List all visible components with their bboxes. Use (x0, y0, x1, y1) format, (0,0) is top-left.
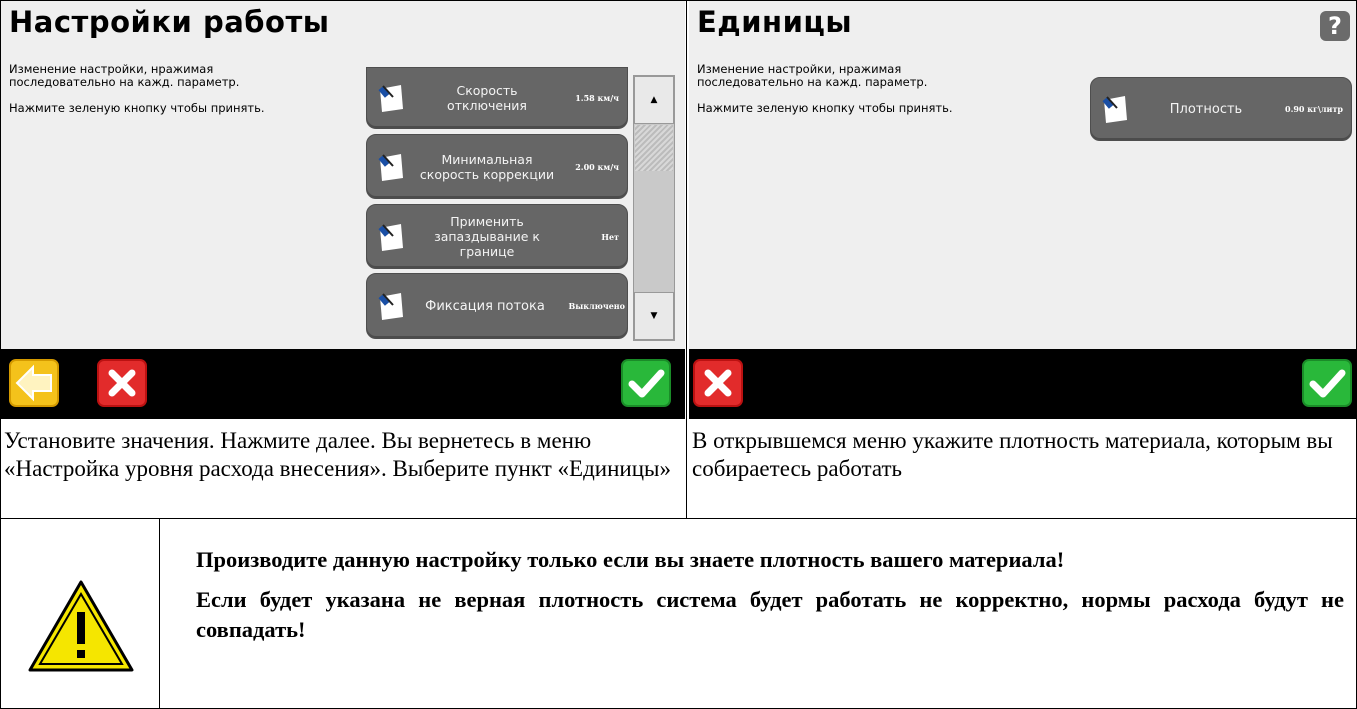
edit-note-icon (378, 223, 403, 251)
setting-shutoff-speed-button[interactable]: Скорость отключения 1.58 км/ч (366, 67, 628, 129)
cancel-button[interactable] (97, 359, 147, 407)
screen-title: Настройки работы (9, 5, 330, 39)
warning-line-2: Если будет указана не верная плотность с… (196, 587, 1344, 642)
instructions: Изменение настройки, нражимая последоват… (697, 63, 997, 128)
accept-button[interactable] (1302, 359, 1352, 407)
setting-label: Минимальная скорость коррекции (419, 151, 555, 182)
list-scrollbar[interactable]: ▲ ▼ (633, 75, 675, 341)
left-action-bar (1, 349, 685, 419)
cancel-button[interactable] (693, 359, 743, 407)
instruction-1: Изменение настройки, нражимая последоват… (697, 62, 928, 89)
screen-title: Единицы (697, 5, 853, 39)
edit-note-icon (378, 85, 403, 112)
help-button[interactable]: ? (1320, 11, 1350, 41)
close-icon (108, 369, 136, 397)
setting-density-button[interactable]: Плотность 0.90 кг\литр (1090, 77, 1352, 141)
edit-note-icon (378, 293, 403, 320)
arrow-left-icon (15, 364, 52, 402)
instruction-2: Нажмите зеленую кнопку чтобы принять. (9, 101, 265, 115)
accept-button[interactable] (621, 359, 671, 407)
setting-boundary-delay-button[interactable]: Применить запаздывание к границе Нет (366, 204, 628, 269)
right-device-screen: Единицы ? Изменение настройки, нражимая … (689, 1, 1356, 349)
right-caption: В открывшемся меню укажите плотность мат… (692, 428, 1333, 481)
setting-value: 2.00 км/ч (575, 161, 619, 172)
instruction-2: Нажмите зеленую кнопку чтобы принять. (697, 101, 953, 115)
setting-value: 1.58 км/ч (575, 93, 619, 103)
warning-text: Производите данную настройку только если… (196, 545, 1344, 655)
left-caption: Установите значения. Нажмите далее. Вы в… (4, 428, 671, 481)
right-action-bar (689, 349, 1356, 419)
warning-line-1: Производите данную настройку только если… (196, 547, 1065, 572)
warning-icon-divider (159, 518, 160, 709)
setting-min-correction-speed-button[interactable]: Минимальная скорость коррекции 2.00 км/ч (366, 134, 628, 199)
left-device-screen: Настройки работы Изменение настройки, нр… (1, 1, 685, 349)
row-divider (0, 518, 1357, 519)
close-icon (704, 369, 732, 397)
column-divider (686, 0, 687, 518)
setting-label: Скорость отключения (447, 83, 527, 113)
setting-label: Применить запаздывание к границе (434, 214, 540, 259)
setting-value: Нет (601, 231, 619, 242)
scroll-up-button[interactable]: ▲ (634, 76, 674, 124)
setting-label: Плотность (1169, 101, 1243, 117)
setting-label: Фиксация потока (425, 298, 545, 314)
setting-value: Выключено (568, 301, 625, 311)
setting-value: 0.90 кг\литр (1285, 104, 1343, 114)
scroll-down-button[interactable]: ▼ (634, 292, 674, 340)
edit-note-icon (378, 153, 403, 181)
warning-icon (28, 580, 134, 672)
setting-flow-lock-button[interactable]: Фиксация потока Выключено (366, 273, 628, 339)
instructions: Изменение настройки, нражимая последоват… (9, 63, 309, 128)
instruction-1: Изменение настройки, нражимая последоват… (9, 62, 240, 89)
checkmark-icon (628, 369, 665, 398)
edit-note-icon (1102, 96, 1127, 123)
checkmark-icon (1309, 369, 1346, 398)
back-button[interactable] (9, 359, 59, 407)
scroll-thumb[interactable] (635, 125, 673, 171)
